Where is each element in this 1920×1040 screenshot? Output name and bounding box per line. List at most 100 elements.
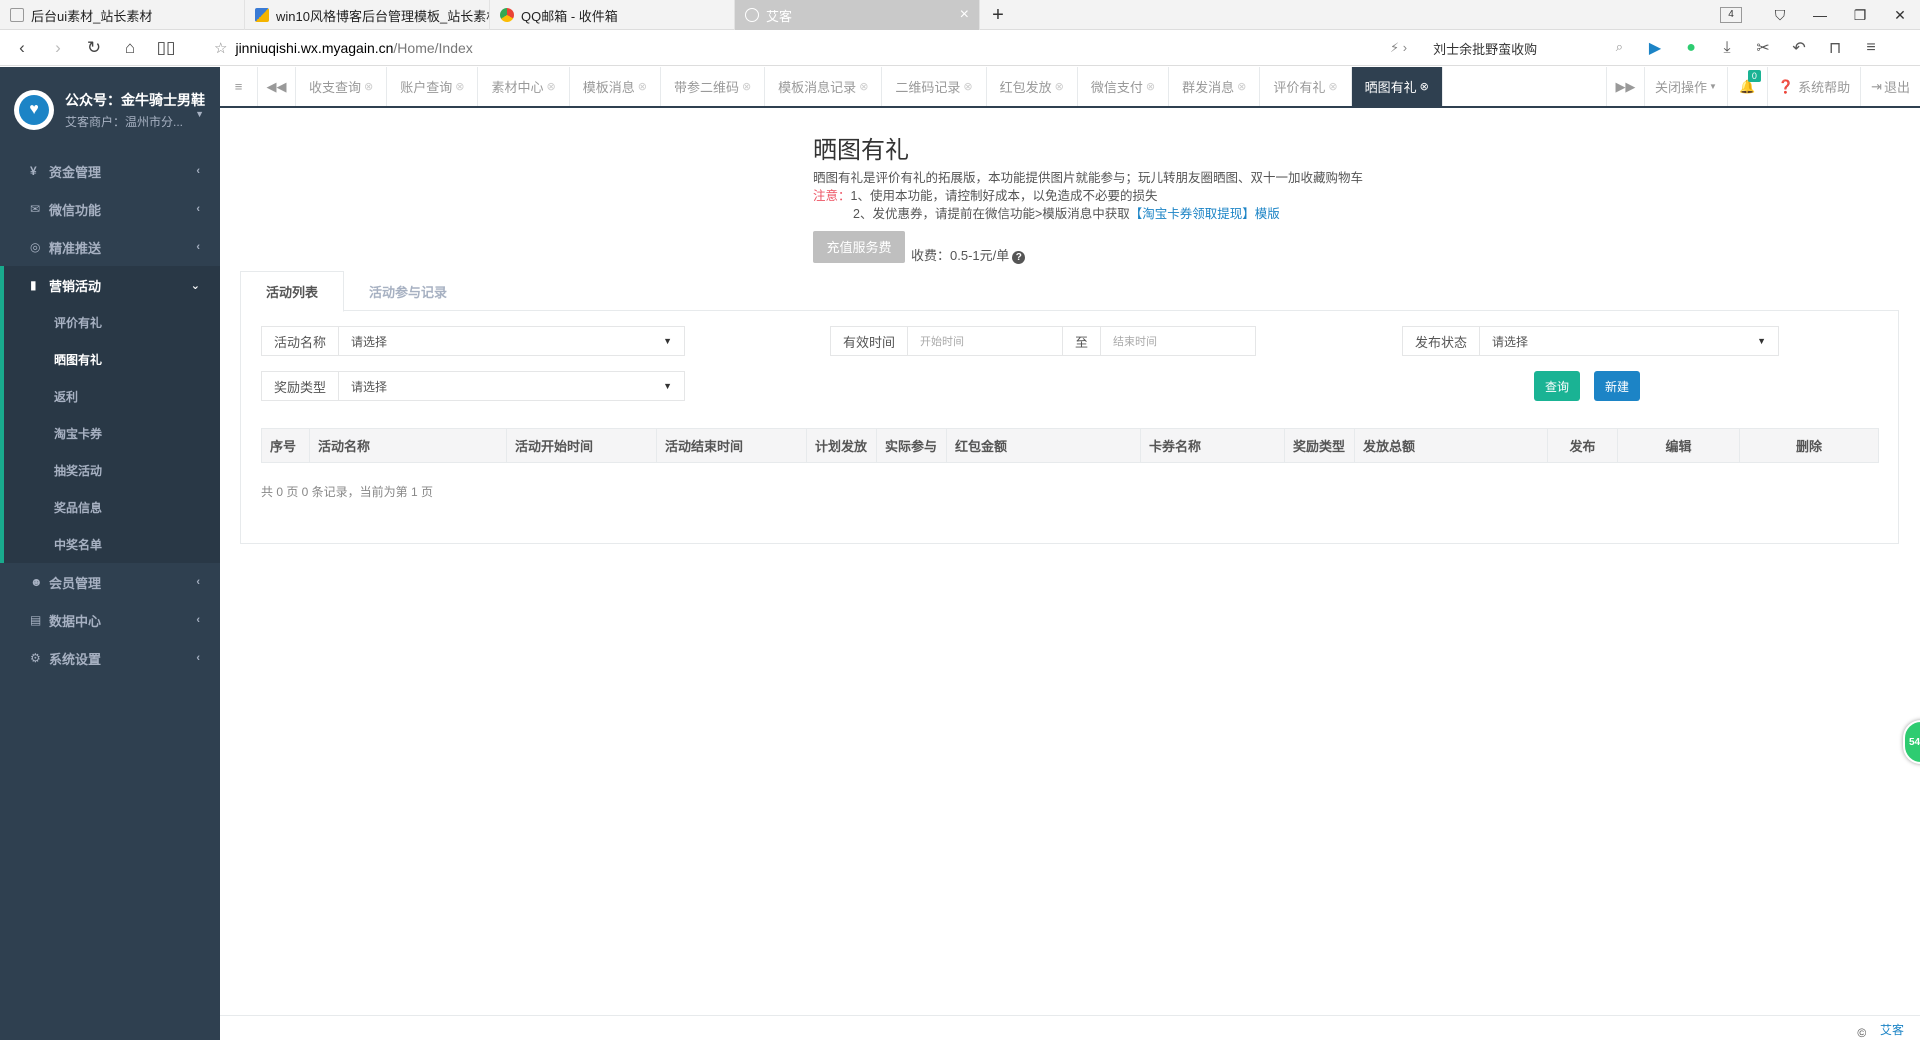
question-icon[interactable]: ? bbox=[1012, 251, 1026, 264]
submenu-item-rebate[interactable]: 返利 bbox=[4, 378, 220, 415]
close-icon[interactable]: ⊗ bbox=[963, 80, 972, 93]
submenu-item-taobao-coupon[interactable]: 淘宝卡券 bbox=[4, 415, 220, 452]
help-button[interactable]: ❓ 系统帮助 bbox=[1766, 67, 1860, 106]
close-icon[interactable]: ⊗ bbox=[742, 80, 751, 93]
end-time-input[interactable]: 结束时间 bbox=[1101, 327, 1255, 355]
close-ops-dropdown[interactable]: 关闭操作 ▼ bbox=[1643, 67, 1727, 106]
browser-tab[interactable]: 后台ui素材_站长素材 bbox=[0, 0, 245, 30]
menu-icon[interactable]: ≡ bbox=[1853, 39, 1889, 57]
browser-tab-title: win10风格博客后台管理模板_站长素材 bbox=[276, 8, 490, 24]
star-icon[interactable]: ☆ bbox=[214, 39, 227, 57]
tab-red-packet[interactable]: 红包发放 ⊗ bbox=[987, 67, 1078, 106]
publish-status-select[interactable]: 请选择 ▼ bbox=[1480, 327, 1778, 355]
close-window-icon[interactable]: ✕ bbox=[1880, 7, 1920, 24]
scissors-icon[interactable]: ✂ bbox=[1745, 38, 1781, 58]
sidebar-item-marketing[interactable]: ▮ 营销活动 ⌄ bbox=[0, 266, 220, 304]
tab-template-message[interactable]: 模板消息 ⊗ bbox=[570, 67, 661, 106]
close-icon[interactable]: ⊗ bbox=[859, 80, 868, 93]
tab-template-log[interactable]: 模板消息记录 ⊗ bbox=[765, 67, 883, 106]
sidebar-item-label: 精准推送 bbox=[49, 240, 102, 256]
recharge-button[interactable]: 充值服务费 bbox=[813, 230, 905, 263]
tab-photo-reward[interactable]: 晒图有礼 ⊗ bbox=[1351, 67, 1443, 106]
account-profile[interactable]: ♥ 公众号：金牛骑士男鞋 艾客商户：温州市分... ▼ bbox=[0, 67, 220, 152]
sidebar-item-members[interactable]: ☻ 会员管理 ‹ bbox=[0, 563, 220, 601]
caret-down-icon[interactable]: ▼ bbox=[195, 109, 204, 119]
scroll-left-icon[interactable]: ◀◀ bbox=[258, 67, 296, 106]
tab-qrcode-log[interactable]: 二维码记录 ⊗ bbox=[882, 67, 987, 106]
start-time-input[interactable]: 开始时间 bbox=[908, 327, 1062, 355]
minimize-icon[interactable]: — bbox=[1800, 7, 1840, 23]
tab-review-reward[interactable]: 评价有礼 ⊗ bbox=[1260, 67, 1352, 106]
tab-param-qrcode[interactable]: 带参二维码 ⊗ bbox=[661, 67, 766, 106]
publish-status-filter: 发布状态 请选择 ▼ bbox=[1402, 326, 1779, 356]
submenu-item-review-reward[interactable]: 评价有礼 bbox=[4, 304, 220, 341]
sidebar-item-settings[interactable]: ⚙ 系统设置 ‹ bbox=[0, 639, 220, 677]
submenu-item-lottery[interactable]: 抽奖活动 bbox=[4, 452, 220, 489]
close-icon[interactable]: ⊗ bbox=[638, 80, 647, 93]
coupon-withdraw-link[interactable]: 【淘宝卡券领取提现】 bbox=[1130, 207, 1255, 221]
refresh-icon[interactable]: ↻ bbox=[76, 38, 112, 58]
download-icon[interactable]: ⤓ bbox=[1709, 39, 1745, 57]
search-input[interactable]: 刘士余批野蛮收购 ⌕ bbox=[1433, 39, 1623, 58]
tab-account-query[interactable]: 账户查询 ⊗ bbox=[387, 67, 479, 106]
activity-name-select[interactable]: 请选择 ▼ bbox=[339, 327, 684, 355]
forward-icon[interactable]: › bbox=[40, 38, 76, 58]
submenu-item-prizes[interactable]: 奖品信息 bbox=[4, 489, 220, 526]
filter-label: 活动名称 bbox=[262, 327, 340, 355]
hamburger-icon[interactable]: ≡ bbox=[220, 67, 258, 106]
play-icon[interactable]: ▶ bbox=[1637, 38, 1673, 58]
sidebar-item-push[interactable]: ◎ 精准推送 ‹ bbox=[0, 228, 220, 266]
shirt-icon[interactable]: ⛉ bbox=[1760, 7, 1800, 24]
create-button[interactable]: 新建 bbox=[1594, 371, 1640, 401]
reward-type-select[interactable]: 请选择 ▼ bbox=[339, 372, 684, 400]
restore-icon[interactable]: ❐ bbox=[1840, 7, 1880, 24]
close-icon[interactable]: ⊗ bbox=[364, 80, 373, 93]
url-field[interactable]: ☆ jinniuqishi.wx.myagain.cn /Home/Index bbox=[214, 39, 1374, 57]
close-icon[interactable]: ⊗ bbox=[1237, 80, 1246, 93]
back-icon[interactable]: ‹ bbox=[4, 38, 40, 58]
close-icon[interactable]: ⊗ bbox=[1055, 80, 1064, 93]
sidebar-item-funds[interactable]: ¥ 资金管理 ‹ bbox=[0, 152, 220, 190]
wechat-icon[interactable]: ● bbox=[1673, 39, 1709, 57]
home-icon[interactable]: ⌂ bbox=[112, 38, 148, 58]
bag-icon[interactable]: ⊓ bbox=[1817, 38, 1853, 58]
browser-tab-active[interactable]: 艾客 × bbox=[735, 0, 980, 30]
sidebar-item-label: 营销活动 bbox=[49, 278, 102, 294]
query-button[interactable]: 查询 bbox=[1534, 371, 1580, 401]
select-value: 请选择 bbox=[351, 379, 388, 394]
tab-mass-message[interactable]: 群发消息 ⊗ bbox=[1169, 67, 1261, 106]
browser-tab[interactable]: win10风格博客后台管理模板_站长素材 bbox=[245, 0, 490, 30]
sidebar-item-wechat[interactable]: ✉ 微信功能 ‹ bbox=[0, 190, 220, 228]
tab-label: 带参二维码 bbox=[673, 80, 739, 95]
lightning-icon[interactable]: ⚡ › bbox=[1390, 40, 1407, 56]
tab-material-center[interactable]: 素材中心 ⊗ bbox=[478, 67, 570, 106]
tab-label: 微信支付 bbox=[1090, 80, 1143, 95]
reading-mode-icon[interactable]: ▯▯ bbox=[148, 38, 184, 58]
close-icon[interactable]: ⊗ bbox=[546, 80, 555, 93]
close-tab-icon[interactable]: × bbox=[960, 6, 969, 24]
close-icon[interactable]: ⊗ bbox=[1146, 80, 1155, 93]
notification-button[interactable]: 🔔 0 bbox=[1726, 67, 1767, 106]
reward-type-filter: 奖励类型 请选择 ▼ bbox=[261, 371, 685, 401]
close-icon[interactable]: ⊗ bbox=[455, 80, 464, 93]
chevron-left-icon: ‹ bbox=[196, 241, 200, 253]
submenu-item-photo-reward[interactable]: 晒图有礼 bbox=[4, 341, 220, 378]
tab-activity-list[interactable]: 活动列表 bbox=[240, 271, 345, 312]
undo-icon[interactable]: ↶ bbox=[1781, 38, 1817, 58]
filter-label: 发布状态 bbox=[1403, 327, 1481, 355]
submenu-item-winners[interactable]: 中奖名单 bbox=[4, 526, 220, 563]
sidebar-item-data[interactable]: ▤ 数据中心 ‹ bbox=[0, 601, 220, 639]
browser-tab[interactable]: QQ邮箱 - 收件箱 bbox=[490, 0, 735, 30]
close-icon[interactable]: ⊗ bbox=[1328, 80, 1337, 93]
tab-label: 收支查询 bbox=[309, 80, 362, 95]
tab-wechat-pay[interactable]: 微信支付 ⊗ bbox=[1078, 67, 1170, 106]
tab-count-badge[interactable]: 4 bbox=[1720, 7, 1742, 23]
scroll-right-icon[interactable]: ▶▶ bbox=[1605, 67, 1644, 106]
template-link[interactable]: 模版 bbox=[1255, 207, 1280, 221]
tab-participation-records[interactable]: 活动参与记录 bbox=[344, 271, 472, 312]
tab-income-query[interactable]: 收支查询 ⊗ bbox=[296, 67, 388, 106]
search-icon[interactable]: ⌕ bbox=[1616, 39, 1623, 58]
new-tab-button[interactable]: + bbox=[980, 0, 1016, 30]
close-icon[interactable]: ⊗ bbox=[1420, 80, 1429, 93]
logout-button[interactable]: ⇥ 退出 bbox=[1860, 67, 1920, 106]
